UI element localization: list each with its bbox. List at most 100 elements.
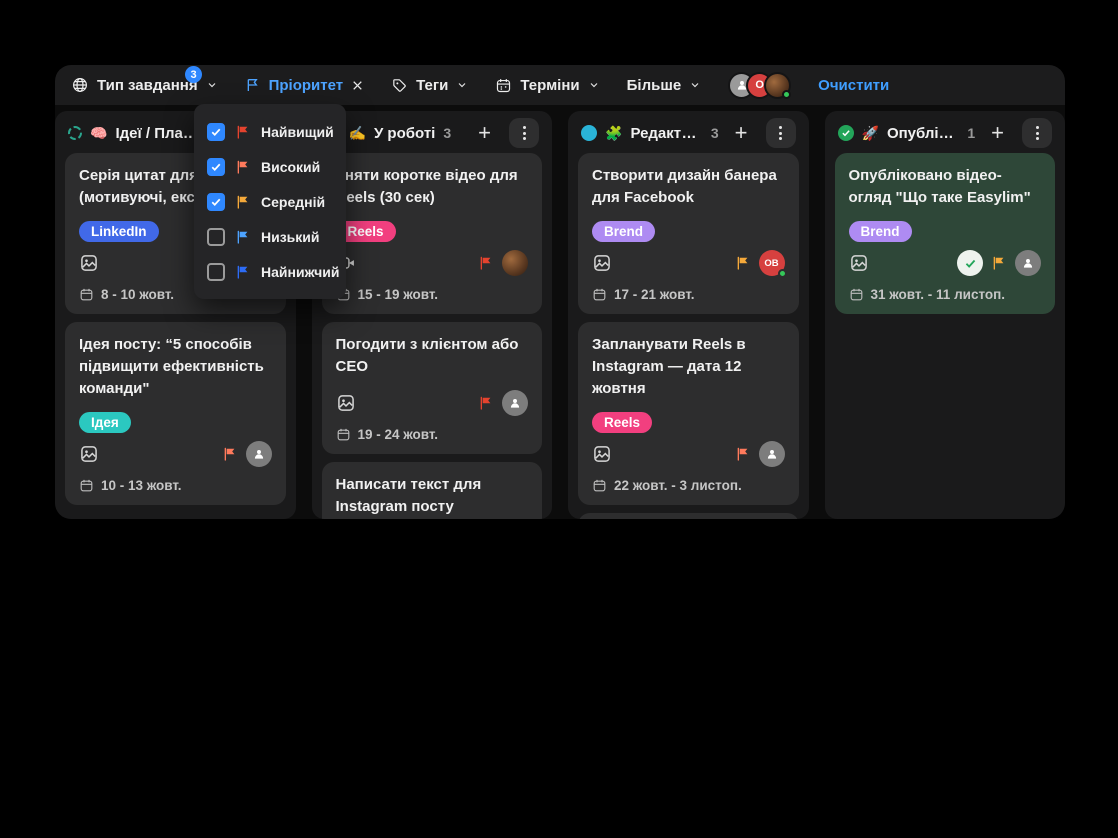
card-meta-row xyxy=(849,250,1042,276)
card-dates-text: 17 - 21 жовт. xyxy=(614,287,695,302)
priority-option-label: Найнижчий xyxy=(261,264,339,280)
chevron-down-icon xyxy=(206,79,218,91)
online-dot xyxy=(782,90,791,99)
calendar-icon xyxy=(849,287,864,302)
task-card[interactable]: Зняти коротке відео для Reels (30 сек) R… xyxy=(322,153,543,314)
column-title: Редактура / Пере… xyxy=(630,125,702,142)
image-icon xyxy=(592,444,612,464)
assignee-avatar[interactable] xyxy=(759,441,785,467)
checkbox-icon[interactable] xyxy=(207,228,225,246)
filter-terms[interactable]: Терміни xyxy=(495,77,599,94)
task-card-done[interactable]: Опубліковано відео-огляд "Що таке Easyli… xyxy=(835,153,1056,314)
task-card[interactable]: Ідея посту: “5 способів підвищити ефекти… xyxy=(65,322,286,505)
brain-emoji-icon: 🧠 xyxy=(90,126,107,140)
priority-option-high[interactable]: Високий xyxy=(207,149,333,184)
card-dates-text: 15 - 19 жовт. xyxy=(358,287,439,302)
calendar-icon xyxy=(592,478,607,493)
person-icon xyxy=(508,396,522,410)
card-dates-text: 19 - 24 жовт. xyxy=(358,427,439,442)
checkbox-icon[interactable] xyxy=(207,263,225,281)
filter-priority-label: Пріоритет xyxy=(269,77,344,94)
card-meta-row xyxy=(79,441,272,467)
priority-option-label: Високий xyxy=(261,159,320,175)
column-title: У роботі xyxy=(374,125,435,142)
filter-task-type-label: Тип завдання xyxy=(97,77,198,94)
chevron-down-icon xyxy=(456,79,468,91)
close-icon[interactable] xyxy=(351,79,364,92)
assignee-avatar[interactable] xyxy=(1015,250,1041,276)
image-icon xyxy=(79,253,99,273)
calendar-icon xyxy=(495,77,512,94)
filter-priority[interactable]: Пріоритет xyxy=(245,77,365,94)
filter-bar: Тип завдання 3 Пріоритет Теги Терміни xyxy=(55,65,1065,105)
column-editing: 🧩 Редактура / Пере… 3 + Створити дизайн … xyxy=(568,111,809,519)
task-card[interactable]: Написати текст для Instagram посту xyxy=(322,462,543,519)
task-card[interactable]: Запланувати Reels в Instagram — дата 12 … xyxy=(578,322,799,505)
card-title: Опубліковано відео-огляд "Що таке Easyli… xyxy=(849,165,1042,209)
assignee-avatars[interactable]: О xyxy=(728,72,791,99)
task-card[interactable]: Погодити з клієнтом або CEO 19 - 24 жовт… xyxy=(322,322,543,454)
card-title: Запланувати Reels в Instagram — дата 12 … xyxy=(592,334,785,400)
card-meta-row: ОВ xyxy=(592,250,785,276)
assignee-avatar[interactable]: ОВ xyxy=(759,250,785,276)
card-dates-text: 10 - 13 жовт. xyxy=(101,478,182,493)
card-dates-text: 8 - 10 жовт. xyxy=(101,287,174,302)
person-icon xyxy=(252,447,266,461)
column-header: 🧩 Редактура / Пере… 3 + xyxy=(578,119,799,147)
assignee-avatar[interactable] xyxy=(246,441,272,467)
priority-flag-icon xyxy=(735,255,751,271)
card-dates: 17 - 21 жовт. xyxy=(592,284,785,302)
chevron-down-icon xyxy=(689,79,701,91)
tag-pill: Ідея xyxy=(79,412,131,433)
rocket-emoji-icon: 🚀 xyxy=(862,126,879,140)
checkbox-icon[interactable] xyxy=(207,158,225,176)
priority-option-highest[interactable]: Найвищий xyxy=(207,114,333,149)
tag-pill: Reels xyxy=(592,412,652,433)
card-title: Написати текст для Instagram посту xyxy=(336,474,529,518)
priority-filter-badge: 3 xyxy=(185,66,202,83)
image-icon xyxy=(336,393,356,413)
clear-filters-button[interactable]: Очистити xyxy=(818,77,889,94)
checkbox-icon[interactable] xyxy=(207,193,225,211)
priority-option-medium[interactable]: Середній xyxy=(207,184,333,219)
card-dates-text: 22 жовт. - 3 листоп. xyxy=(614,478,742,493)
filter-tags[interactable]: Теги xyxy=(391,77,468,94)
card-meta-row xyxy=(592,441,785,467)
card-dates: 19 - 24 жовт. xyxy=(336,424,529,442)
add-card-button[interactable]: + xyxy=(478,122,491,144)
avatar-initials: ОВ xyxy=(764,258,778,269)
column-menu-button[interactable] xyxy=(1022,118,1052,148)
checkbox-icon[interactable] xyxy=(207,123,225,141)
column-menu-button[interactable] xyxy=(766,118,796,148)
card-dates: 31 жовт. - 11 листоп. xyxy=(849,284,1042,302)
online-dot xyxy=(778,269,787,278)
priority-option-label: Середній xyxy=(261,194,325,210)
filter-more[interactable]: Більше xyxy=(627,77,702,94)
kanban-app: Тип завдання 3 Пріоритет Теги Терміни xyxy=(55,65,1065,519)
column-in-progress: ✍️ У роботі 3 + Зняти коротке відео для … xyxy=(312,111,553,519)
add-card-button[interactable]: + xyxy=(735,122,748,144)
assignee-avatar[interactable] xyxy=(502,250,528,276)
avatar xyxy=(764,72,791,99)
flag-icon xyxy=(235,124,251,140)
task-card[interactable]: Перевірити тексти на xyxy=(578,513,799,519)
priority-option-low[interactable]: Низький xyxy=(207,219,333,254)
priority-option-label: Найвищий xyxy=(261,124,334,140)
image-icon xyxy=(79,444,99,464)
image-icon xyxy=(849,253,869,273)
assignee-avatar[interactable] xyxy=(502,390,528,416)
column-menu-button[interactable] xyxy=(509,118,539,148)
calendar-icon xyxy=(592,287,607,302)
column-count: 3 xyxy=(443,125,451,141)
writing-hand-emoji-icon: ✍️ xyxy=(349,126,366,140)
card-meta-row xyxy=(336,390,529,416)
priority-option-lowest[interactable]: Найнижчий xyxy=(207,254,333,289)
column-header: ✍️ У роботі 3 + xyxy=(322,119,543,147)
priority-dropdown: Найвищий Високий Середній Низький Найниж xyxy=(194,104,346,299)
priority-flag-icon xyxy=(478,395,494,411)
task-card[interactable]: Створити дизайн банера для Facebook Bren… xyxy=(578,153,799,314)
priority-flag-icon xyxy=(735,446,751,462)
status-check-circle-icon xyxy=(838,125,854,141)
add-card-button[interactable]: + xyxy=(991,122,1004,144)
person-icon xyxy=(765,447,779,461)
